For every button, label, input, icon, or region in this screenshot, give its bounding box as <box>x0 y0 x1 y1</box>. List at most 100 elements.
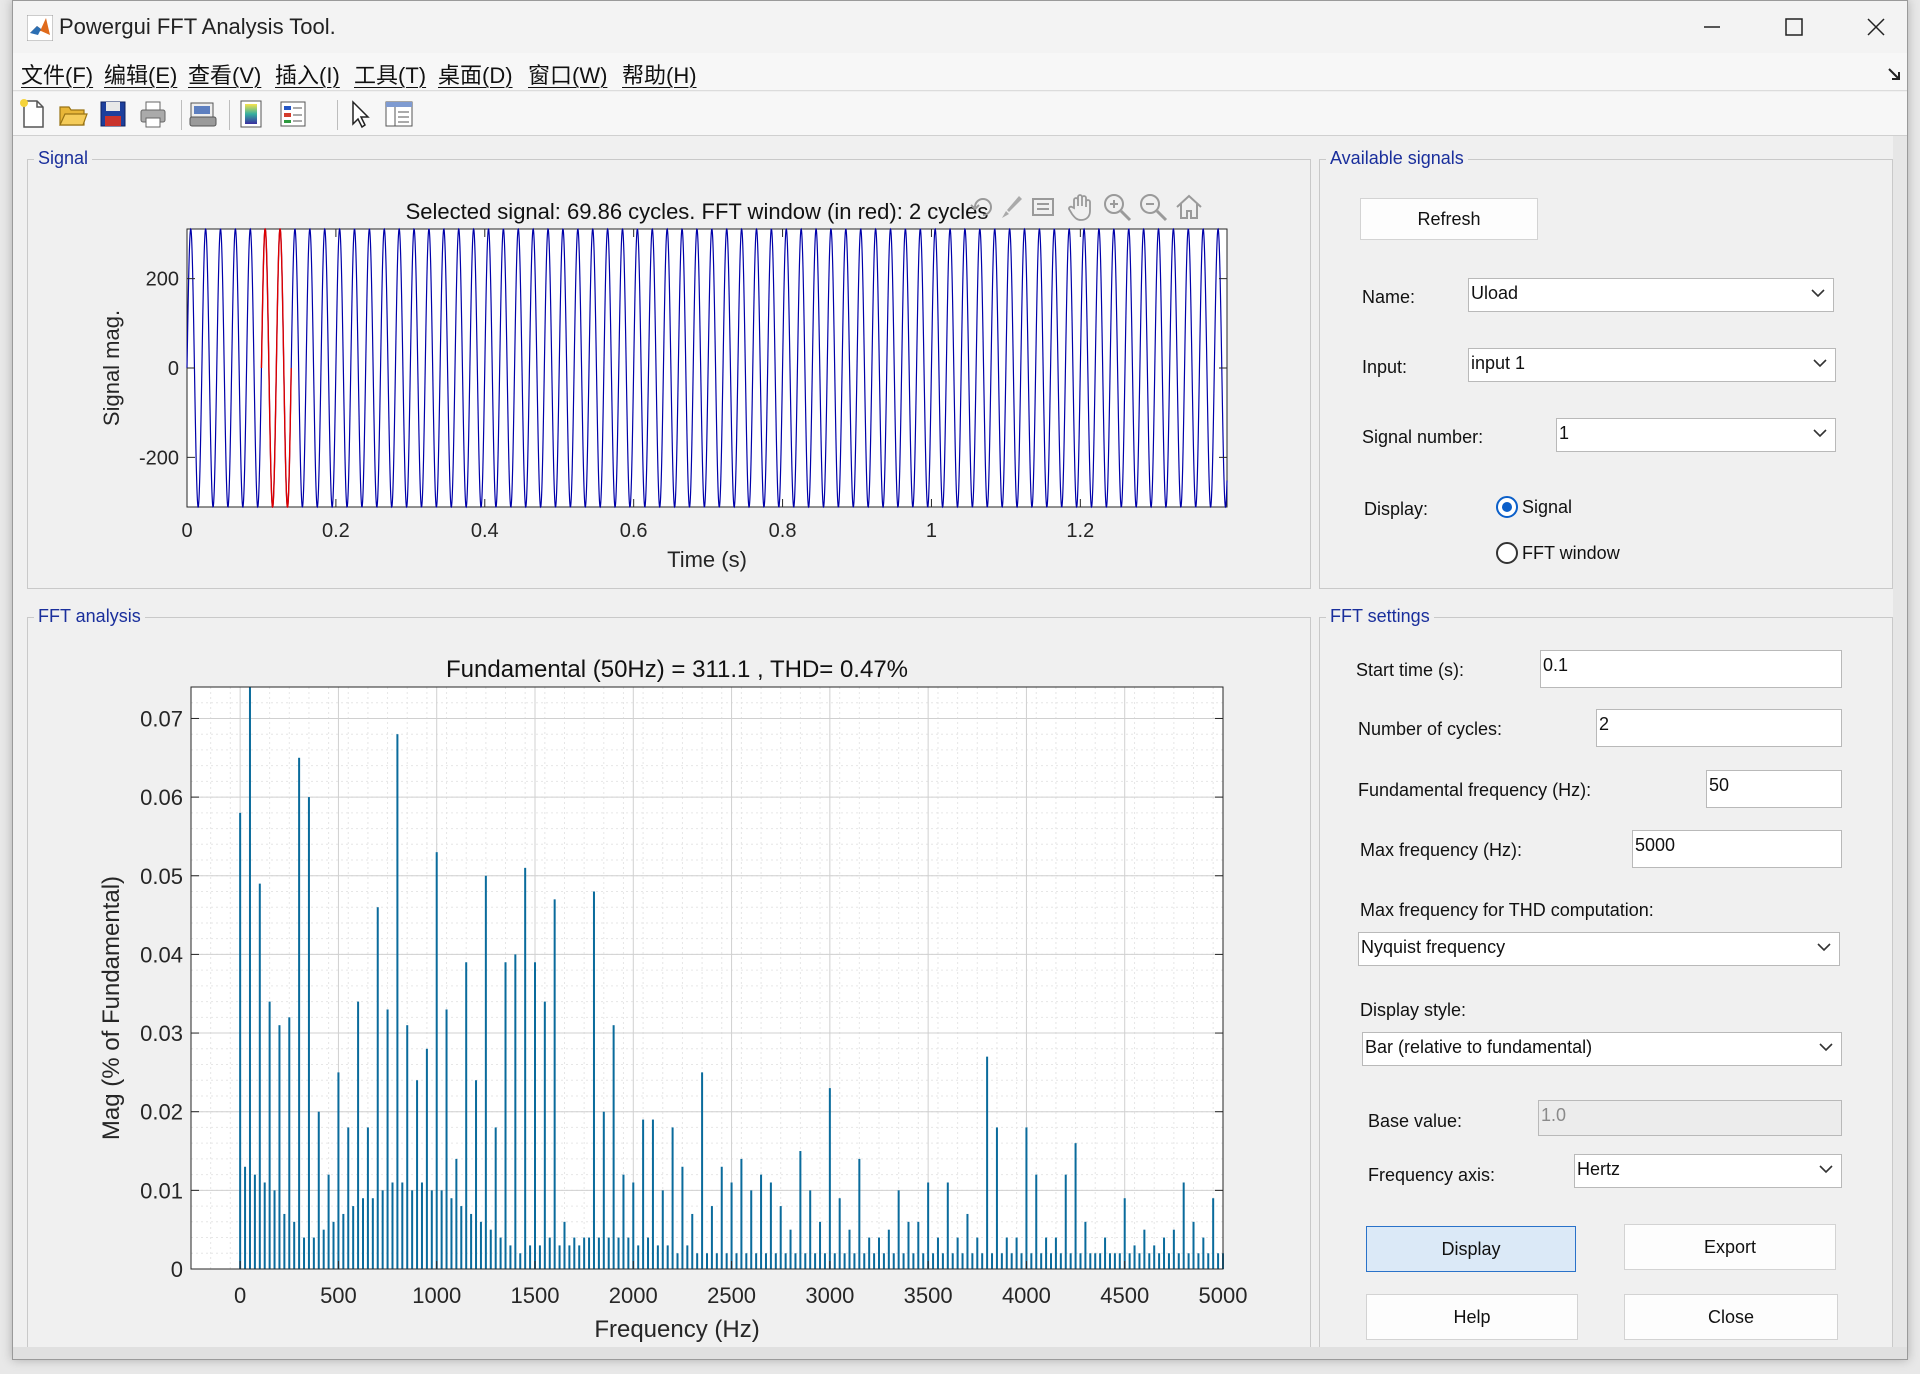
fft-y-axis-label: Mag (% of Fundamental) <box>98 876 125 1140</box>
new-file-icon[interactable] <box>17 98 49 130</box>
fft-bar <box>1030 1253 1033 1269</box>
vertical-scrollbar[interactable] <box>1893 136 1907 1359</box>
fft-bar <box>362 1198 364 1269</box>
select-pointer-icon[interactable] <box>343 98 375 130</box>
maximize-button[interactable] <box>1753 1 1835 53</box>
fft-bar <box>809 1190 812 1269</box>
fft-bar <box>494 1127 497 1269</box>
fft-bar <box>529 1245 532 1269</box>
display-signal-radio[interactable]: Signal <box>1496 496 1572 518</box>
chevron-down-icon <box>1819 1043 1833 1052</box>
open-folder-icon[interactable] <box>57 98 89 130</box>
fft-tool-window: Powergui FFT Analysis Tool. 文件(F) 编辑(E) … <box>12 0 1908 1360</box>
menu-help[interactable]: 帮助(H) <box>622 58 697 90</box>
close-window-button[interactable] <box>1835 1 1907 53</box>
minimize-button[interactable] <box>1671 1 1753 53</box>
refresh-button[interactable]: Refresh <box>1360 198 1538 240</box>
fft-bar <box>833 1253 836 1269</box>
fund-freq-input[interactable]: 50 <box>1706 770 1842 808</box>
signal-number-label: Signal number: <box>1362 427 1484 447</box>
menu-file[interactable]: 文件(F) <box>21 58 93 90</box>
fft-bar <box>425 1048 428 1269</box>
brush-icon[interactable] <box>997 193 1025 221</box>
fft-bar <box>681 1166 684 1269</box>
x-tick-label: 0.4 <box>471 520 499 542</box>
fft-bar <box>1005 1237 1008 1269</box>
zoom-in-icon[interactable] <box>1101 191 1133 223</box>
colorbar-icon[interactable] <box>235 98 267 130</box>
toolbar-separator <box>337 100 338 130</box>
home-icon[interactable] <box>1173 191 1205 223</box>
zoom-out-icon[interactable] <box>1137 191 1169 223</box>
fft-bar <box>853 1253 856 1269</box>
fft-bar <box>814 1253 817 1269</box>
y-tick-label: 0.01 <box>140 1178 183 1203</box>
max-freq-input[interactable]: 5000 <box>1632 830 1842 868</box>
maximize-icon <box>1785 18 1803 36</box>
fft-bar <box>701 1072 704 1269</box>
fft-bar <box>445 1009 448 1269</box>
fft-bar <box>823 1253 826 1269</box>
input-dropdown[interactable]: input 1 <box>1468 348 1836 382</box>
name-dropdown[interactable]: Uload <box>1468 278 1834 312</box>
y-tick-label: 0.06 <box>140 785 183 810</box>
help-button[interactable]: Help <box>1366 1294 1578 1340</box>
toolbar-separator <box>181 100 182 130</box>
x-tick-label: 0.6 <box>620 520 648 542</box>
dock-arrow-icon[interactable] <box>1887 67 1901 81</box>
fft-settings-panel: FFT settings Start time (s): 0.1 Number … <box>1319 606 1893 1355</box>
fft-bar <box>499 1237 502 1269</box>
pan-icon[interactable] <box>1065 191 1097 223</box>
close-button[interactable]: Close <box>1624 1294 1838 1340</box>
fft-bar <box>538 1245 541 1269</box>
fft-bar <box>509 1245 512 1269</box>
freq-axis-dropdown[interactable]: Hertz <box>1574 1154 1842 1188</box>
fft-bar <box>1138 1253 1141 1269</box>
menu-insert[interactable]: 插入(I) <box>275 58 340 90</box>
x-tick-label: 500 <box>320 1283 357 1308</box>
property-inspector-icon[interactable] <box>383 98 415 130</box>
data-tips-icon[interactable] <box>1029 193 1057 221</box>
fft-bar <box>764 1253 767 1269</box>
menu-tools[interactable]: 工具(T) <box>354 58 426 90</box>
fft-bar <box>376 907 379 1269</box>
start-time-input[interactable]: 0.1 <box>1540 650 1842 688</box>
input-label: Input: <box>1362 357 1408 377</box>
fft-bar <box>976 1237 979 1269</box>
display-fft-window-radio[interactable]: FFT window <box>1496 542 1620 564</box>
fft-bar <box>548 1237 551 1269</box>
start-time-label: Start time (s): <box>1356 660 1465 680</box>
y-tick-label: 0.02 <box>140 1100 183 1125</box>
fft-bar <box>656 1245 659 1269</box>
fft-bar <box>922 1253 925 1269</box>
display-label: Display: <box>1364 499 1429 519</box>
fft-bar <box>838 1198 841 1269</box>
fft-bar <box>1040 1253 1043 1269</box>
x-tick-label: 5000 <box>1199 1283 1248 1308</box>
fft-bar <box>479 1221 482 1269</box>
fft-bar <box>460 1206 463 1269</box>
thd-dropdown[interactable]: Nyquist frequency <box>1358 932 1840 966</box>
menu-view[interactable]: 查看(V) <box>188 58 261 90</box>
menu-window[interactable]: 窗口(W) <box>528 58 607 90</box>
restore-view-icon[interactable] <box>969 193 997 221</box>
display-style-dropdown[interactable]: Bar (relative to fundamental) <box>1362 1032 1842 1066</box>
menu-desktop[interactable]: 桌面(D) <box>438 58 513 90</box>
fft-bar <box>1118 1253 1121 1269</box>
save-icon[interactable] <box>97 98 129 130</box>
print-icon[interactable] <box>137 98 169 130</box>
fft-bar <box>534 962 536 1269</box>
signal-number-dropdown[interactable]: 1 <box>1556 418 1836 452</box>
fft-bar <box>612 1025 615 1269</box>
fft-bar <box>868 1237 871 1269</box>
display-button[interactable]: Display <box>1366 1226 1576 1272</box>
fft-bar <box>484 875 487 1269</box>
export-button[interactable]: Export <box>1624 1224 1836 1270</box>
print-preview-icon[interactable] <box>187 98 219 130</box>
legend-icon[interactable] <box>277 98 309 130</box>
fft-bar <box>843 1253 846 1269</box>
fft-bar <box>583 1237 586 1269</box>
y-tick-label: 0.03 <box>140 1021 183 1046</box>
num-cycles-input[interactable]: 2 <box>1596 709 1842 747</box>
menu-edit[interactable]: 编辑(E) <box>104 58 177 90</box>
